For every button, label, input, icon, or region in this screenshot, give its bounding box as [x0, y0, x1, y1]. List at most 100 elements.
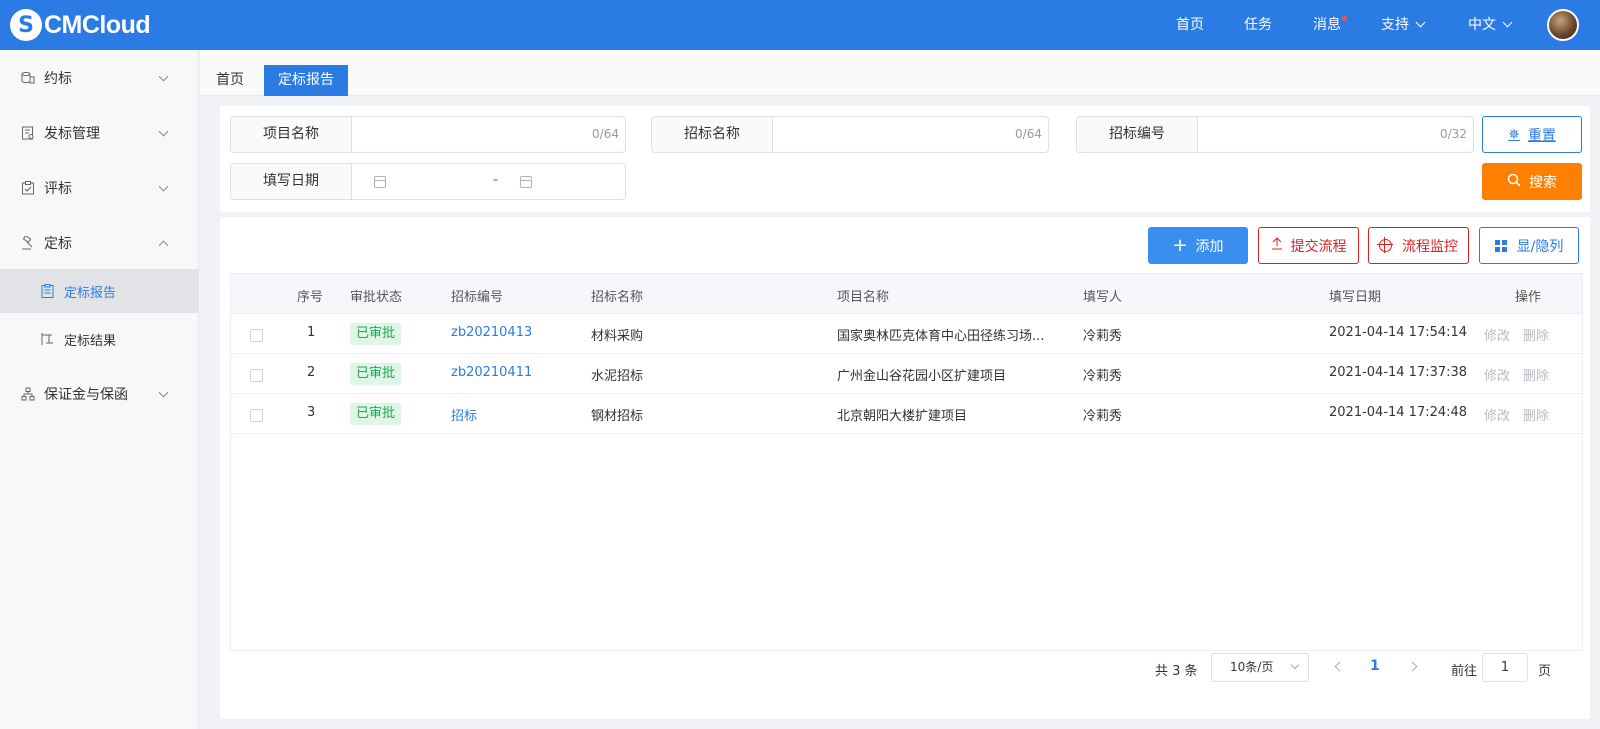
sidebar-item-label: 保证金与保函	[44, 387, 128, 403]
nav-support[interactable]: 支持	[1381, 0, 1426, 50]
unread-dot-icon	[1342, 16, 1347, 21]
logo-icon: S	[10, 9, 42, 41]
logo-text: CMCloud	[44, 10, 151, 39]
toggle-columns-button[interactable]: 显/隐列	[1479, 227, 1579, 264]
search-button[interactable]: 搜索	[1482, 163, 1582, 200]
toggle-columns-label: 显/隐列	[1516, 238, 1564, 255]
author: 冷莉秀	[1083, 409, 1123, 424]
author: 冷莉秀	[1083, 329, 1123, 344]
org-chart-icon	[20, 386, 36, 402]
status-badge: 已审批	[350, 363, 402, 385]
report-table: 序号 审批状态 招标编号 招标名称 项目名称 填写人 填写日期 操作 1 已审批…	[230, 273, 1583, 651]
sidebar-item-dingbiao[interactable]: 定标	[0, 221, 199, 265]
column-header: 序号	[297, 290, 324, 305]
date-range-field: 填写日期 -	[230, 163, 626, 200]
gavel-icon	[20, 235, 36, 251]
process-monitor-label: 流程监控	[1402, 238, 1458, 255]
tender-name-input[interactable]: 0/64	[773, 117, 1048, 152]
nav-language[interactable]: 中文	[1468, 0, 1513, 50]
table-row: 1 已审批 zb20210413 材料采购 国家奥林匹克体育中心田径练习场...…	[231, 314, 1582, 354]
goto-label: 前往	[1451, 664, 1478, 679]
sidebar-item-fabiao[interactable]: 发标管理	[0, 111, 199, 155]
page-size-select[interactable]: 10条/页	[1211, 653, 1309, 682]
logo[interactable]: S CMCloud	[10, 9, 151, 41]
edit-link[interactable]: 修改	[1484, 325, 1510, 344]
target-icon	[1377, 237, 1393, 253]
goto-page-input[interactable]: 1	[1482, 653, 1528, 682]
avatar[interactable]	[1547, 9, 1579, 41]
sidebar-subitem-label: 定标报告	[64, 285, 117, 301]
reset-button[interactable]: ✵ 重置	[1482, 116, 1582, 153]
field-label: 项目名称	[231, 117, 352, 152]
row-checkbox[interactable]	[250, 409, 263, 422]
sidebar-item-pingbiao[interactable]: 评标	[0, 166, 199, 210]
plus-icon: +	[1172, 235, 1188, 256]
nav-messages-label: 消息	[1313, 17, 1341, 33]
chevron-up-icon	[158, 240, 169, 251]
column-header: 审批状态	[350, 290, 403, 305]
nav-home[interactable]: 首页	[1176, 0, 1204, 50]
chevron-down-icon	[1290, 660, 1300, 670]
date-range-input[interactable]: -	[352, 164, 625, 199]
top-header: S CMCloud 首页 任务 消息 支持 中文	[0, 0, 1600, 50]
table-row: 3 已审批 招标 钢材招标 北京朝阳大楼扩建项目 冷莉秀 2021-04-14 …	[231, 394, 1582, 434]
edit-link[interactable]: 修改	[1484, 405, 1510, 424]
tender-code-link[interactable]: zb20210411	[451, 365, 532, 380]
coins-icon	[20, 70, 36, 86]
field-label: 招标编号	[1077, 117, 1198, 152]
field-label: 招标名称	[652, 117, 773, 152]
sidebar-item-label: 发标管理	[44, 126, 100, 142]
report-icon	[40, 284, 54, 298]
column-header: 招标名称	[591, 290, 644, 305]
sidebar: 约标 发标管理 评标 定标 定标报告 定标结果 保证金与保函	[0, 50, 199, 729]
tender-code-input[interactable]: 0/32	[1198, 117, 1473, 152]
nav-messages[interactable]: 消息	[1313, 0, 1347, 50]
tab-dingbiao-report[interactable]: 定标报告	[264, 65, 348, 96]
row-checkbox[interactable]	[250, 329, 263, 342]
sidebar-subitem-label: 定标结果	[64, 333, 117, 349]
field-label: 填写日期	[231, 164, 352, 199]
delete-link[interactable]: 删除	[1523, 405, 1549, 424]
row-checkbox[interactable]	[250, 369, 263, 382]
goto-unit: 页	[1538, 664, 1552, 679]
row-index: 2	[307, 365, 316, 380]
tab-home[interactable]: 首页	[202, 65, 258, 96]
project-name-field: 项目名称 0/64	[230, 116, 626, 153]
fill-date: 2021-04-14 17:37:38	[1329, 365, 1468, 380]
chevron-down-icon	[1502, 17, 1513, 28]
sidebar-item-label: 约标	[44, 71, 72, 87]
sidebar-item-baozhengjin[interactable]: 保证金与保函	[0, 372, 199, 416]
date-separator: -	[493, 172, 499, 188]
calendar-icon	[374, 176, 386, 188]
sidebar-subitem-result[interactable]: 定标结果	[0, 317, 199, 361]
column-header: 填写日期	[1329, 290, 1382, 305]
tender-code-link[interactable]: zb20210413	[451, 325, 532, 340]
search-panel: 项目名称 0/64 招标名称 0/64 招标编号 0/32 填写日期 - ✵ 重…	[220, 106, 1590, 212]
status-badge: 已审批	[350, 403, 402, 425]
clipboard-check-icon	[20, 180, 36, 196]
current-page[interactable]: 1	[1370, 658, 1380, 674]
upload-icon	[1271, 237, 1283, 254]
tender-code-link[interactable]: 招标	[451, 405, 477, 424]
edit-link[interactable]: 修改	[1484, 365, 1510, 384]
search-label: 搜索	[1529, 174, 1557, 191]
delete-link[interactable]: 删除	[1523, 325, 1549, 344]
add-button[interactable]: + 添加	[1148, 227, 1248, 264]
add-label: 添加	[1195, 238, 1224, 255]
delete-link[interactable]: 删除	[1523, 365, 1549, 384]
char-count: 0/64	[1015, 127, 1042, 141]
grid-icon	[1494, 239, 1507, 252]
nav-tasks[interactable]: 任务	[1244, 0, 1272, 50]
row-index: 3	[307, 405, 316, 420]
calendar-icon	[520, 176, 532, 188]
char-count: 0/64	[592, 127, 619, 141]
project-name-input[interactable]: 0/64	[352, 117, 625, 152]
sidebar-subitem-report[interactable]: 定标报告	[0, 269, 199, 313]
next-page-icon[interactable]	[1407, 661, 1418, 672]
process-monitor-button[interactable]: 流程监控	[1368, 227, 1469, 264]
sidebar-item-yuebiao[interactable]: 约标	[0, 56, 199, 100]
prev-page-icon[interactable]	[1334, 661, 1345, 672]
submit-process-button[interactable]: 提交流程	[1258, 227, 1359, 264]
sidebar-item-label: 定标	[44, 236, 72, 252]
row-index: 1	[307, 325, 316, 340]
